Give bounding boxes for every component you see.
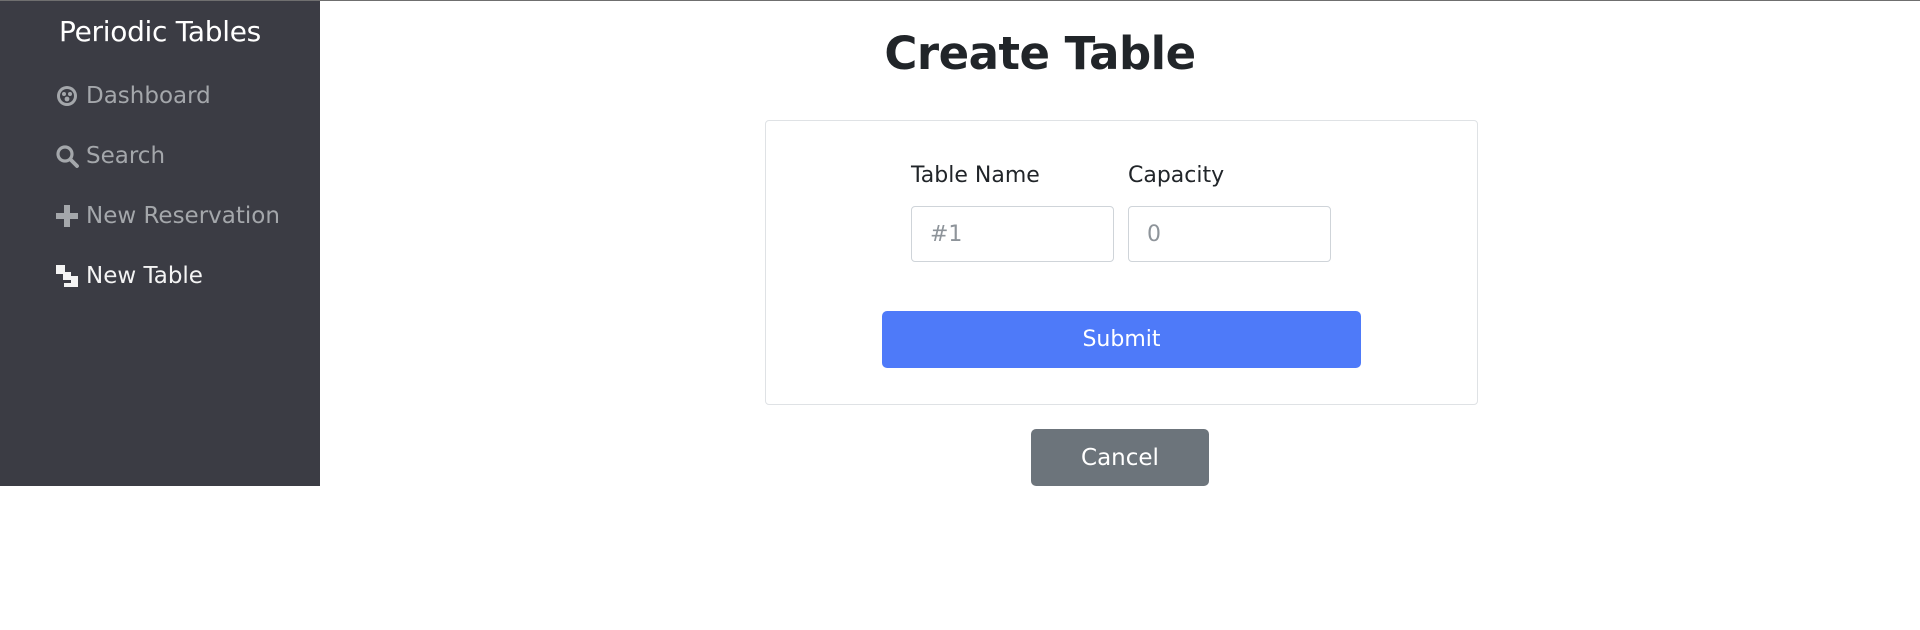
table-name-input[interactable] [911,206,1114,262]
table-name-label: Table Name [911,163,1040,188]
sidebar-item-label: New Table [86,263,203,289]
sidebar-item-new-reservation[interactable]: New Reservation [55,196,280,236]
capacity-label: Capacity [1128,163,1225,188]
submit-button[interactable]: Submit [882,311,1361,368]
page-title: Create Table [884,27,1196,80]
sidebar-item-label: Search [86,143,166,169]
dashboard-icon [55,84,79,108]
sidebar-item-search[interactable]: Search [55,136,165,176]
capacity-input[interactable] [1128,206,1331,262]
sidebar-item-dashboard[interactable]: Dashboard [55,76,211,116]
sidebar-item-label: New Reservation [86,203,280,229]
sidebar-item-new-table[interactable]: New Table [55,256,203,296]
plus-icon [55,204,79,228]
main-content: Create Table Table Name Capacity Submit … [320,1,1920,630]
create-table-form: Table Name Capacity Submit [765,120,1478,405]
app-window: Periodic Tables Dashboard Search New Res… [0,0,1920,630]
sidebar-item-label: Dashboard [86,83,211,109]
table-icon [55,264,79,288]
search-icon [55,144,79,168]
cancel-button[interactable]: Cancel [1031,429,1209,486]
sidebar: Periodic Tables Dashboard Search New Res… [0,1,320,486]
brand-title: Periodic Tables [59,15,261,48]
